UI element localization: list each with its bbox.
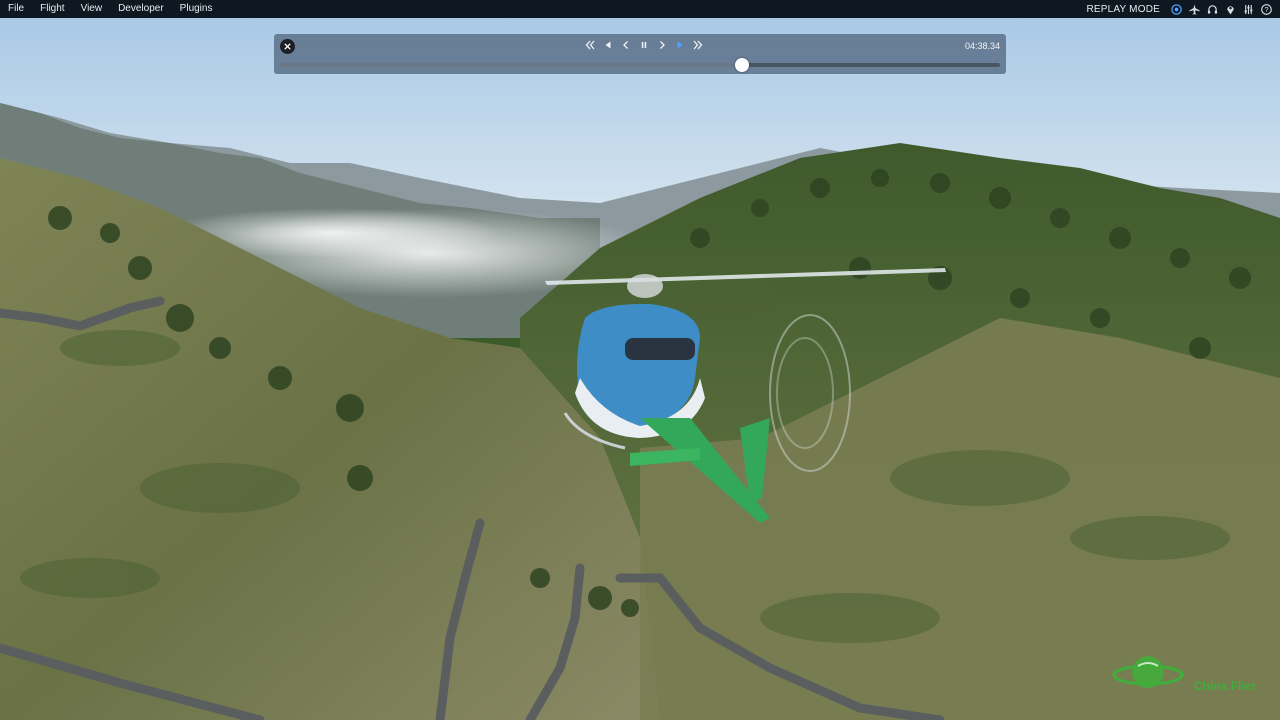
rewind-fast-icon [585, 40, 595, 50]
airplane-icon[interactable] [1189, 3, 1200, 15]
china-flier-watermark: China Flier [1112, 648, 1280, 700]
step-forward-icon [660, 41, 665, 49]
menu-bar: File Flight View Developer Plugins REPLA… [0, 0, 1280, 18]
pause-button[interactable] [638, 39, 650, 51]
replay-mode-label: REPLAY MODE [1086, 3, 1160, 15]
menu-flight[interactable]: Flight [32, 0, 72, 18]
timeline-progress [280, 63, 743, 67]
menu-view[interactable]: View [73, 0, 111, 18]
location-pin-icon[interactable] [1225, 4, 1236, 15]
replay-timeline[interactable] [280, 58, 1000, 72]
china-flier-logo [1112, 656, 1184, 688]
step-back-button[interactable] [620, 39, 632, 51]
rewind-fast-button[interactable] [584, 39, 596, 51]
menu-plugins[interactable]: Plugins [172, 0, 221, 18]
step-forward-button[interactable] [656, 39, 668, 51]
menu-file[interactable]: File [0, 0, 32, 18]
fast-forward-icon [693, 40, 703, 50]
sliders-icon[interactable] [1243, 4, 1254, 15]
menu-developer[interactable]: Developer [110, 0, 172, 18]
flight-viewport[interactable] [0, 18, 1280, 720]
playback-controls [584, 39, 704, 51]
fast-forward-button[interactable] [692, 39, 704, 51]
watermark-text: China Flier [1194, 679, 1257, 693]
pause-icon [641, 42, 647, 48]
close-icon [284, 43, 291, 50]
help-icon[interactable]: ? [1261, 3, 1272, 15]
replay-controls-panel: 04:38.34 [274, 34, 1006, 74]
step-back-icon [623, 41, 628, 49]
headset-icon[interactable] [1207, 4, 1218, 15]
timeline-scrubber[interactable] [735, 58, 750, 72]
play-icon [677, 41, 683, 49]
terrain-scene [0, 18, 1280, 720]
rewind-icon [605, 41, 611, 49]
rewind-button[interactable] [602, 39, 614, 51]
replay-time: 04:38.34 [964, 41, 1000, 51]
close-replay-button[interactable] [280, 39, 295, 54]
status-circle-icon[interactable] [1171, 3, 1182, 15]
play-button[interactable] [674, 39, 686, 51]
svg-text:?: ? [1264, 5, 1268, 14]
menu-bar-status: REPLAY MODE ? [1086, 4, 1280, 15]
